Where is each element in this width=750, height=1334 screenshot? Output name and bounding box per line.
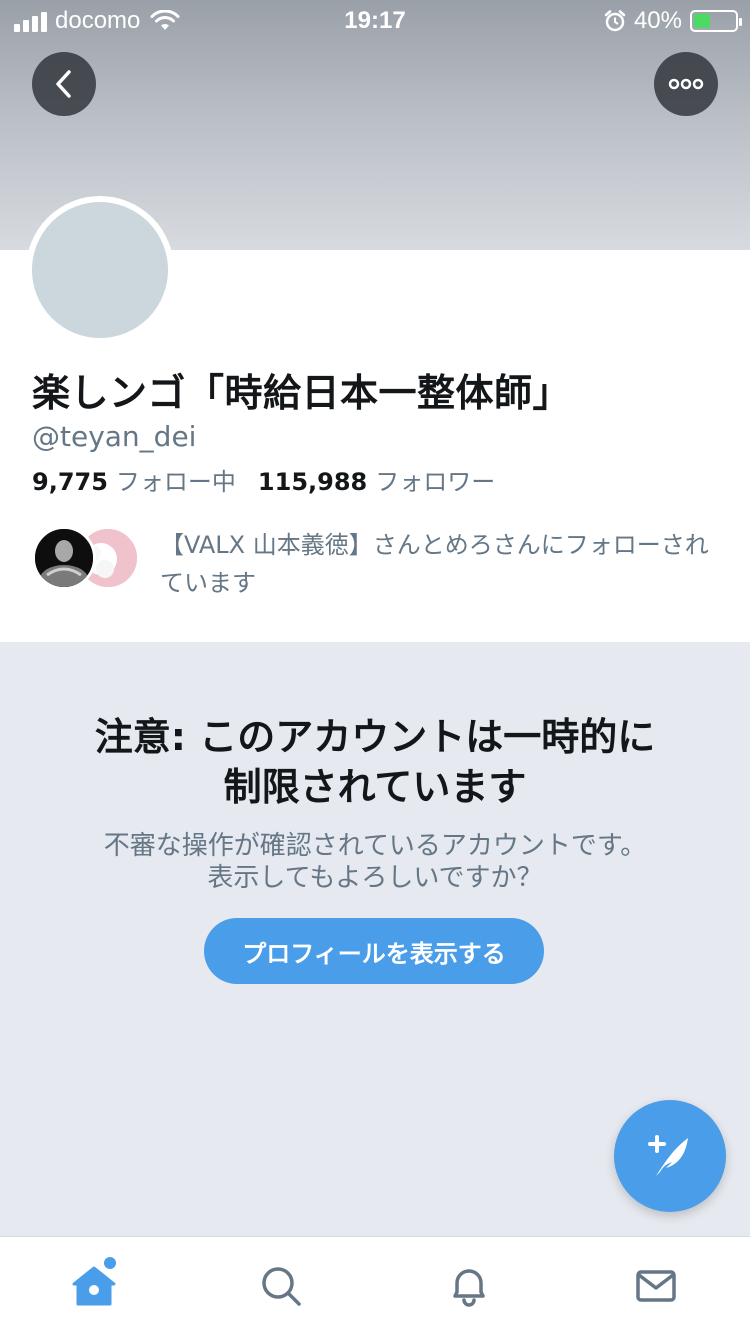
home-icon <box>72 1266 116 1305</box>
notifications-icon <box>453 1268 485 1307</box>
notification-dot <box>104 1257 116 1269</box>
battery-percent: 40% <box>633 7 682 34</box>
alarm-icon <box>604 10 626 32</box>
warning-subtitle-line: 表示してもよろしいですか？ <box>207 863 543 893</box>
warning-title: 注意: このアカウントは一時的に 制限されています <box>0 712 750 812</box>
compose-tweet-icon <box>648 1135 688 1176</box>
battery-level <box>694 14 710 28</box>
user-handle: @teyan_dei <box>32 420 197 453</box>
follower-avatar <box>32 526 96 590</box>
tab-notifications[interactable] <box>375 1237 563 1334</box>
following-label: フォロー中 <box>115 468 236 496</box>
chevron-left-icon <box>56 70 71 98</box>
followers-count: 115,988 <box>257 468 368 496</box>
warning-title-line: 注意: このアカウントは一時的に <box>94 715 656 759</box>
followers-label: フォロワー <box>375 468 496 496</box>
back-button[interactable] <box>32 52 96 116</box>
search-icon <box>262 1266 301 1306</box>
display-name: 楽しンゴ「時給日本一整体師」 <box>32 371 572 415</box>
warning-subtitle-line: 不審な操作が確認されているアカウントです。 <box>103 831 647 861</box>
followers-link[interactable]: 115,988 フォロワー <box>258 462 495 497</box>
more-options-button[interactable] <box>654 52 718 116</box>
followed-by-text: 【VALX 山本義徳】さんとめろさんにフォローされています <box>160 531 709 597</box>
status-bar: docomo 19:17 40% <box>0 0 750 40</box>
tab-home[interactable] <box>0 1237 188 1334</box>
view-profile-button[interactable]: プロフィールを表示する <box>204 918 544 984</box>
more-horizontal-icon <box>668 78 704 90</box>
compose-tweet-button[interactable] <box>614 1100 726 1212</box>
profile-avatar[interactable] <box>26 196 174 344</box>
bottom-tab-bar <box>0 1236 750 1334</box>
following-link[interactable]: 9,775 フォロー中 <box>32 462 236 497</box>
battery-icon <box>690 10 742 32</box>
tab-search[interactable] <box>188 1237 376 1334</box>
messages-icon <box>636 1269 676 1302</box>
tab-messages[interactable] <box>563 1237 750 1334</box>
warning-title-line: 制限されています <box>223 765 527 809</box>
avatar-photo <box>35 529 93 587</box>
follow-stats: 9,775 フォロー中 115,988 フォロワー <box>32 462 517 497</box>
following-count: 9,775 <box>32 468 108 496</box>
warning-subtitle: 不審な操作が確認されているアカウントです。 表示してもよろしいですか？ <box>0 830 750 894</box>
followed-by-row[interactable]: 【VALX 山本義徳】さんとめろさんにフォローされています <box>32 526 732 598</box>
